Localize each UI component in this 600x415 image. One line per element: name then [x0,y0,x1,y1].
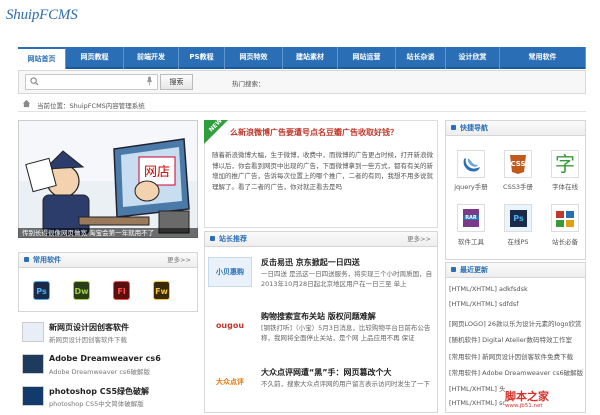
jquery-icon[interactable] [457,150,485,178]
online-ps-icon[interactable]: Ps [504,204,532,232]
recommend-item[interactable]: ougou 购物搜索宣布关站 版权问题难解 [钢铁打听]（小宝）5月3日消息，比… [208,311,436,351]
software-more-link[interactable]: 更多>> [167,253,191,268]
rar-icon[interactable]: RAR [457,204,485,232]
latest-item[interactable]: [随机软件] Digital Atelier数码特效工作室 [449,334,585,344]
home-icon [22,99,31,108]
dreamweaver-icon[interactable]: Dw [73,281,90,300]
banner-caption[interactable]: 传别长得很像网页做宽 淘宝会第一年就用不了 [18,228,198,238]
nav-item-operations[interactable]: 网站运营 [338,47,396,69]
quick-label-online-ps[interactable]: 在线PS [498,236,538,246]
nav-item-software[interactable]: 常用软件 [500,47,586,69]
quick-label-tools[interactable]: 软件工具 [451,236,491,246]
recommend-title-text: 站长推荐 [219,235,247,243]
banner-image[interactable]: 网店 [18,120,198,238]
quick-nav-title: 快捷导航 [446,121,585,136]
fireworks-icon[interactable]: Fw [153,281,170,300]
search-icon [30,77,39,86]
flash-icon[interactable]: Fl [113,281,130,300]
recommend-item-desc: 一日四送 是迅这一日四送服务，将实现三个小时周质国，自2013年10月28日起北… [261,270,433,288]
article-title[interactable]: Adobe Dreamweaver cs6 [49,354,161,363]
css3-icon-text: CSS [510,160,525,168]
article-desc: Adobe Dreamweaver cs6破解版 [49,368,150,376]
latest-item[interactable]: [HTML/XHTML] sdfdsf [449,300,585,308]
quick-label-css3[interactable]: CSS3手册 [498,181,538,191]
nav-item-design[interactable]: 设计欣赏 [446,47,500,69]
css3-icon[interactable]: CSS [504,150,532,178]
online-ps-icon-text: Ps [510,210,527,227]
banner-sign-text: 网店 [144,165,170,180]
search-button[interactable]: 搜索 [160,74,193,90]
recommend-item[interactable]: 小贝惠购 反击易迅 京东掀起一日四送 一日四送 是迅这一日四送服务，将实现三个小… [208,257,436,297]
watermark-url: www.jb51.net [505,403,543,409]
recommend-title: 站长推荐 更多>> [205,232,437,247]
nav-item-frontend[interactable]: 前端开发 [124,47,179,69]
microphone-icon[interactable] [146,76,153,86]
recommend-thumbnail: 小贝惠购 [208,257,252,287]
rar-icon-text: RAR [465,215,477,221]
recommend-item-desc: [钢铁打听]（小宝）5月3日消息，比较购物平台日前布公告称，我网将全面停止关站，… [261,324,431,342]
article-desc: 新网页设计因创客软件下载 [49,336,127,344]
search-input[interactable] [25,74,158,90]
latest-item[interactable]: [HTML/XHTML] adkfsdsk [449,285,585,293]
recommend-more-link[interactable]: 更多>> [407,232,431,247]
main-nav: 网站首页 网页教程 前端开发 PS教程 网页特效 建站素材 网站运营 站长杂谈 … [18,47,586,69]
latest-item[interactable]: [网页LOGO] 26款以乐为设计元素的logo欣赏 [449,318,585,328]
software-title-text: 常用软件 [33,256,61,264]
toolbox-icon[interactable] [551,204,579,232]
hot-search-label: 热门搜索： [232,80,265,88]
latest-item[interactable]: [HTML/XHTML] 头像 [449,383,505,393]
featured-title[interactable]: 么新浪微博广告要遭号点名豆瓣广告收取好钱？ [230,127,398,138]
quick-label-font[interactable]: 字体在线 [545,181,585,191]
site-logo[interactable]: ShuipFCMS [6,7,78,24]
article-item[interactable]: Adobe Dreamweaver cs6 Adobe Dreamweaver … [22,354,198,382]
nav-item-web-tutorials[interactable]: 网页教程 [66,47,124,69]
article-thumbnail [22,322,44,342]
article-thumbnail [22,386,44,406]
latest-item[interactable]: [常用软件] 新网页设计因创客软件免费下载 [449,351,585,361]
recommend-item-title[interactable]: 反击易迅 京东掀起一日四送 [261,257,360,268]
software-title: 常用软件 更多>> [19,253,197,268]
recommend-thumbnail: 大众点评 [216,378,244,386]
recommend-item-title[interactable]: 大众点评网遭“黑”手：网页篡改个大 [261,367,392,378]
watermark-text: 脚本之家 [505,390,549,403]
recommend-item-title[interactable]: 购物搜索宣布关站 版权问题难解 [261,311,376,322]
quick-label-jquery[interactable]: jquery手册 [451,181,491,191]
nav-item-materials[interactable]: 建站素材 [283,47,338,69]
nav-item-webmaster[interactable]: 站长杂谈 [396,47,446,69]
nav-item-effects[interactable]: 网页特效 [225,47,283,69]
recommend-thumbnail: ougou [215,321,245,330]
latest-title: 最近更新 [446,263,585,278]
recommend-item-desc: 不久前，搜索大众点评网的用户留言表示访问时发生了一下 [261,380,430,388]
quick-label-webmaster[interactable]: 站长必备 [545,236,585,246]
software-panel: 常用软件 更多>> Ps Dw Fl Fw [18,252,198,312]
recommend-item[interactable]: 大众点评 大众点评网遭“黑”手：网页篡改个大 不久前，搜索大众点评网的用户留言表… [208,367,436,407]
article-desc: photoshop CS5中文简体破解版 [49,400,144,408]
article-item[interactable]: photoshop CS5绿色破解 photoshop CS5中文简体破解版 [22,386,198,414]
photoshop-icon[interactable]: Ps [33,281,50,300]
nav-item-ps[interactable]: PS教程 [179,47,225,69]
new-badge: NEW [204,120,228,144]
article-title[interactable]: photoshop CS5绿色破解 [49,386,149,397]
breadcrumb-text: 当前位置：ShuipFCMS内容管理系统 [37,102,145,110]
article-title[interactable]: 新网页设计因创客软件 [49,322,129,333]
banner-illustration: 网店 [19,121,197,237]
latest-item[interactable]: [常用软件] Adobe Dreamweaver cs6破解版 [449,367,585,377]
latest-item[interactable]: [HTML/XHTML] sdfs [449,399,505,407]
article-item[interactable]: 新网页设计因创客软件 新网页设计因创客软件下载 [22,322,198,350]
article-thumbnail [22,354,44,374]
nav-item-home[interactable]: 网站首页 [18,47,66,69]
featured-description: 随着新浪微博大幅，生于微博，收费中，而微博的广告更占时候，打开新浪微博以后，你会… [212,151,433,191]
font-icon[interactable]: 字 [551,150,579,178]
